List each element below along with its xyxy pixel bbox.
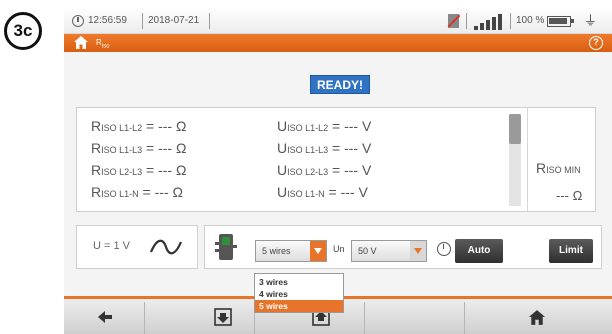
step-badge: 3c	[4, 12, 42, 50]
screen-title: Riso	[96, 38, 110, 50]
home-icon[interactable]	[74, 36, 88, 49]
home-icon	[529, 309, 545, 325]
status-divider	[209, 13, 210, 29]
title-bar: Riso ?	[64, 34, 612, 52]
dropdown-option-4-wires[interactable]: 4 wires	[255, 288, 343, 300]
r-iso-l1-l3: RISO L1-L3 = --- Ω	[91, 140, 187, 156]
ready-status-badge: READY!	[310, 75, 370, 94]
voltage-panel[interactable]: U = 1 V	[76, 225, 198, 269]
limit-button[interactable]: Limit	[549, 239, 593, 263]
u-iso-l1-n: UISO L1-N = --- V	[277, 184, 368, 200]
un-select-value: 50 V	[358, 246, 377, 256]
battery-icon	[547, 16, 574, 27]
clock-icon	[72, 15, 84, 27]
wires-dropdown-menu: 3 wires 4 wires 5 wires	[254, 273, 344, 313]
r-iso-min-value: --- Ω	[556, 188, 583, 203]
status-divider	[142, 13, 143, 29]
wires-select[interactable]: 5 wires	[255, 240, 327, 262]
results-scrollbar[interactable]	[509, 114, 521, 206]
u-iso-l1-l2: UISO L1-L2 = --- V	[277, 118, 372, 134]
wires-select-value: 5 wires	[262, 246, 291, 256]
dropdown-option-3-wires[interactable]: 3 wires	[255, 276, 343, 288]
back-arrow-icon	[98, 311, 112, 323]
device-screen: 12:56:59 2018-07-21 100 % ⏚ Riso ? READY…	[64, 9, 612, 334]
r-iso-l1-n: RISO L1-N = --- Ω	[91, 184, 183, 200]
status-divider	[466, 13, 467, 29]
page-root: 3c 12:56:59 2018-07-21 100 % ⏚ Riso ? RE…	[0, 0, 612, 334]
chevron-down-icon[interactable]	[310, 241, 326, 261]
measurement-settings-panel: 5 wires Un 50 V Auto Limit	[204, 225, 602, 269]
un-label: Un	[333, 244, 345, 254]
chevron-down-icon[interactable]	[410, 241, 426, 261]
toolbar-divider	[364, 302, 365, 334]
status-time: 12:56:59	[88, 15, 127, 26]
scrollbar-thumb[interactable]	[509, 114, 521, 144]
battery-percent: 100 %	[516, 15, 545, 26]
status-bar: 12:56:59 2018-07-21 100 % ⏚	[64, 9, 612, 34]
toolbar-divider	[464, 302, 465, 334]
r-iso-min-panel: RISO MIN --- Ω	[527, 108, 597, 211]
r-iso-l2-l3: RISO L2-L3 = --- Ω	[91, 162, 187, 178]
u-iso-l1-l3: UISO L1-L3 = --- V	[277, 140, 372, 156]
power-plug-icon: ⏚	[584, 13, 598, 28]
save-button[interactable]	[210, 305, 236, 329]
clock-icon	[437, 242, 451, 256]
u-iso-l2-l3: UISO L2-L3 = --- V	[277, 162, 372, 178]
sine-wave-icon	[149, 239, 183, 255]
no-memory-card-icon	[448, 14, 459, 28]
dropdown-option-5-wires[interactable]: 5 wires	[255, 300, 343, 312]
auto-button[interactable]: Auto	[455, 239, 503, 263]
status-divider	[510, 13, 511, 29]
toolbar-divider	[144, 302, 145, 334]
voltage-readout: U = 1 V	[93, 240, 130, 252]
signal-strength-icon	[474, 14, 504, 30]
home-button[interactable]	[524, 305, 550, 329]
save-icon	[214, 308, 232, 326]
un-select[interactable]: 50 V	[351, 240, 427, 262]
adapter-plug-icon[interactable]	[213, 232, 239, 264]
back-button[interactable]	[92, 305, 118, 329]
results-panel: RISO L1-L2 = --- Ω UISO L1-L2 = --- V RI…	[76, 107, 596, 212]
r-iso-min-label: RISO MIN	[536, 160, 581, 176]
status-date: 2018-07-21	[148, 15, 200, 26]
help-icon[interactable]: ?	[589, 36, 603, 50]
r-iso-l1-l2: RISO L1-L2 = --- Ω	[91, 118, 187, 134]
